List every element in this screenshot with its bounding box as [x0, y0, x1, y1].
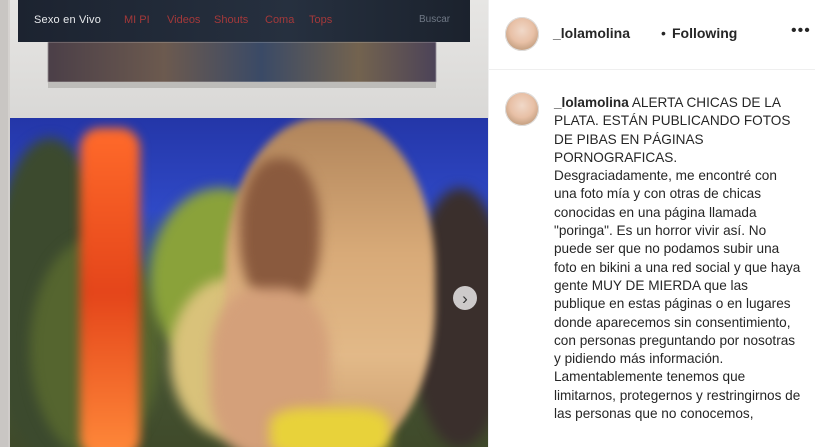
photographed-divider — [48, 82, 436, 88]
more-options-icon[interactable]: ••• — [791, 22, 811, 40]
post-photo: Sexo en Vivo MI PI Videos Shouts Coma To… — [0, 0, 488, 447]
avatar[interactable] — [505, 17, 539, 51]
site-nav-item: Coma — [265, 14, 295, 26]
caption-avatar[interactable] — [505, 92, 539, 126]
site-nav-item: MI PI — [124, 14, 150, 26]
chevron-right-icon: › — [462, 288, 468, 308]
following-button[interactable]: Following — [672, 25, 737, 41]
caption-text: Desgraciadamente, me encontré con una fo… — [554, 168, 801, 367]
photographed-site-navbar: Sexo en Vivo MI PI Videos Shouts Coma To… — [18, 0, 470, 42]
post-header: _lolamolina • Following ••• — [489, 0, 815, 70]
site-nav-item: Shouts — [214, 14, 249, 26]
separator-dot: • — [661, 25, 666, 41]
site-search-label: Buscar — [419, 14, 451, 25]
next-photo-button[interactable]: › — [453, 286, 477, 310]
photographed-thumbnail-strip — [48, 42, 436, 82]
site-brand: Sexo en Vivo — [34, 14, 102, 26]
caption-text: Lamentablemente tenemos que limitarnos, … — [554, 369, 801, 422]
caption-username[interactable]: _lolamolina — [554, 95, 629, 110]
post-sidebar: _lolamolina • Following ••• _lolamolina … — [488, 0, 815, 447]
photographed-picture — [10, 118, 488, 447]
site-nav-item: Tops — [309, 14, 333, 26]
post-caption: _lolamolina ALERTA CHICAS DE LA PLATA. E… — [554, 94, 801, 423]
site-nav-item: Videos — [167, 14, 201, 26]
header-username[interactable]: _lolamolina — [553, 25, 630, 41]
